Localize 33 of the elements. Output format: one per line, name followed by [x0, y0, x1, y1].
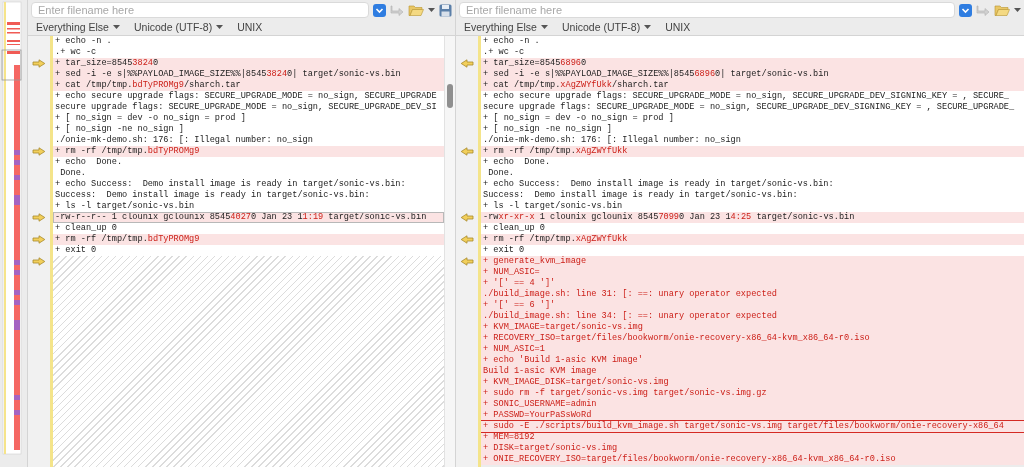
dropdown-icon[interactable] — [959, 3, 972, 17]
arrow-right-icon[interactable] — [32, 235, 46, 244]
scrollbar-thumb[interactable] — [447, 84, 453, 108]
redo-arrow-icon[interactable] — [976, 3, 990, 17]
caret-icon — [428, 8, 435, 12]
caret-icon — [540, 25, 548, 29]
dropdown-button[interactable]: Everything Else — [36, 21, 120, 33]
redo-arrow-icon[interactable] — [390, 3, 404, 17]
dropdown-button[interactable]: Unicode (UTF-8) — [133, 21, 224, 33]
arrow-left-icon[interactable] — [460, 257, 474, 266]
dropdown-button[interactable]: Everything Else — [464, 21, 548, 33]
dropdown-button[interactable]: Unicode (UTF-8) — [561, 21, 652, 33]
dropdown-icon[interactable] — [373, 3, 386, 17]
filename-field[interactable]: Enter filename here — [459, 2, 955, 18]
line-ending-label: UNIX — [665, 21, 691, 33]
filename-field[interactable]: Enter filename here — [31, 2, 369, 18]
arrow-left-icon[interactable] — [460, 59, 474, 68]
arrow-left-icon[interactable] — [460, 213, 474, 222]
arrow-left-icon[interactable] — [460, 235, 474, 244]
caret-icon — [216, 25, 224, 29]
arrow-left-icon[interactable] — [460, 147, 474, 156]
line-ending-label: UNIX — [237, 21, 263, 33]
save-icon[interactable] — [439, 3, 452, 17]
arrow-right-icon[interactable] — [32, 257, 46, 266]
caret-icon — [1014, 8, 1021, 12]
folder-icon[interactable] — [408, 3, 424, 17]
arrow-right-icon[interactable] — [32, 59, 46, 68]
folder-icon[interactable] — [994, 3, 1010, 17]
caret-icon — [112, 25, 120, 29]
scrollbar[interactable] — [444, 36, 455, 467]
arrow-right-icon[interactable] — [32, 213, 46, 222]
arrow-right-icon[interactable] — [32, 147, 46, 156]
caret-icon — [644, 25, 652, 29]
